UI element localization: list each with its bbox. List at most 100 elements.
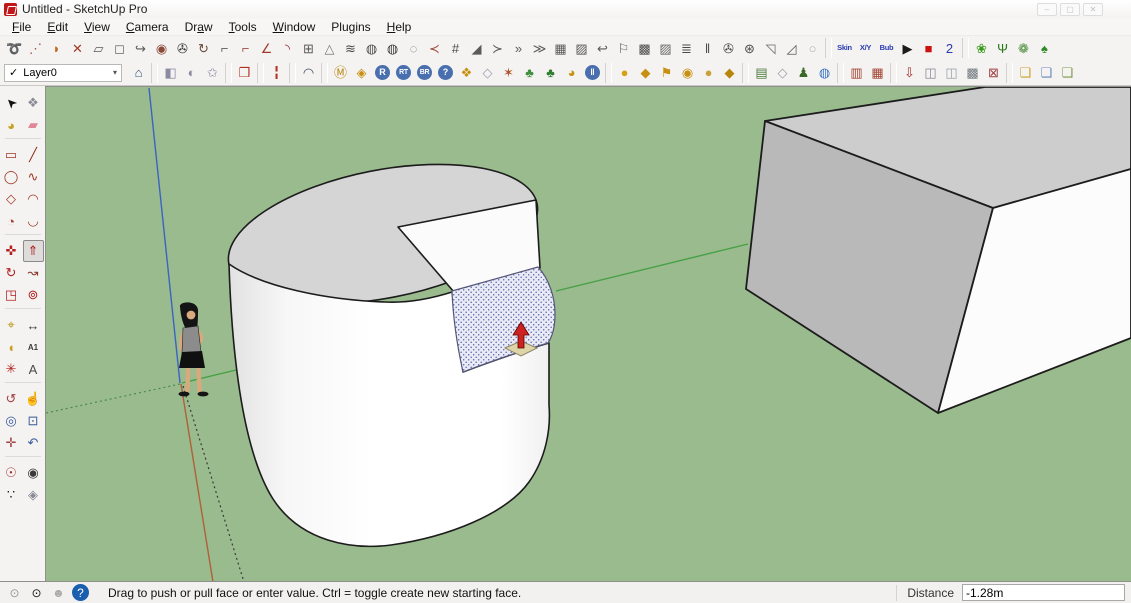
dotted-arc-tool-icon[interactable]: ⋰	[25, 37, 46, 59]
claim-model-icon[interactable]: ⊙	[28, 584, 45, 601]
orange-sweep-tool-icon[interactable]: ◗	[46, 37, 67, 59]
rectangle-tool-icon[interactable]: ▭	[1, 144, 22, 166]
arc-2-tool-icon[interactable]: ◡	[23, 210, 44, 232]
section-plane-icon[interactable]: ◈	[23, 484, 44, 506]
outline-shape-tool-icon[interactable]: ◻	[109, 37, 130, 59]
sign-in-icon[interactable]: ☻	[50, 584, 67, 601]
follow-me-tool-icon[interactable]: ↝	[23, 262, 44, 284]
pan-tool-icon[interactable]: ☝	[23, 388, 44, 410]
red-curve-tool-icon[interactable]: ◝	[277, 37, 298, 59]
grid-dark-tool-icon[interactable]: ▩	[634, 37, 655, 59]
box-gray-2-icon[interactable]: ◫	[941, 62, 962, 84]
skin-tool-icon[interactable]: Skin	[834, 37, 855, 59]
box-red-x-icon[interactable]: ⊠	[983, 62, 1004, 84]
red-dot-shape-tool-icon[interactable]: ◉	[151, 37, 172, 59]
walk-tool-icon[interactable]: ∵	[1, 484, 22, 506]
menu-camera[interactable]: Camera	[118, 20, 177, 34]
push-pull-tool-icon[interactable]: ⇑	[22, 240, 44, 262]
layer-dropdown[interactable]: ✓ Layer0 ▾	[4, 63, 122, 82]
outline-polygon-tool-icon[interactable]: ▱	[88, 37, 109, 59]
red-grid-box-icon[interactable]: ▦	[867, 62, 888, 84]
menu-window[interactable]: Window	[265, 20, 324, 34]
blue-br-icon[interactable]: BR	[417, 65, 432, 80]
eraser-icon[interactable]: ▰	[23, 114, 44, 136]
dark-sphere-tool-icon[interactable]: ◍	[361, 37, 382, 59]
menu-help[interactable]: Help	[379, 20, 420, 34]
move-tool-icon[interactable]: ✜	[1, 240, 22, 262]
curl-arrow-tool-icon[interactable]: ↻	[193, 37, 214, 59]
white-gem-icon[interactable]: ◇	[477, 62, 498, 84]
zoom-tool-icon[interactable]: ◎	[1, 410, 22, 432]
polygon-tool-icon[interactable]: ◇	[1, 188, 22, 210]
line-tool-icon[interactable]: ╱	[23, 144, 44, 166]
maximize-button[interactable]: ▢	[1060, 2, 1080, 16]
outline-curl-tool-icon[interactable]: ◌	[403, 37, 424, 59]
scale-tool-icon[interactable]: ◳	[1, 284, 22, 306]
gold-sphere-icon[interactable]: ●	[614, 62, 635, 84]
freehand-tool-icon[interactable]: ∿	[23, 166, 44, 188]
flag-tool-icon[interactable]: ⚐	[613, 37, 634, 59]
blue-rt-icon[interactable]: RT	[396, 65, 411, 80]
close-button[interactable]: ✕	[1083, 2, 1103, 16]
s2-tool-icon[interactable]: 2	[939, 37, 960, 59]
face-camera-2-icon[interactable]: ◐	[181, 62, 202, 84]
google-earth-icon[interactable]: ◍	[814, 62, 835, 84]
wedge-tool-icon[interactable]: ◢	[466, 37, 487, 59]
text-tool-icon[interactable]: A1	[23, 336, 44, 358]
curl-tool-icon[interactable]: ↪	[130, 37, 151, 59]
angle-arrow-tool-icon[interactable]: ∠	[256, 37, 277, 59]
make-component-icon[interactable]: ❖	[23, 92, 44, 114]
menu-tools[interactable]: Tools	[221, 20, 265, 34]
position-camera-icon[interactable]: ☉	[1, 462, 22, 484]
dark-sphere-2-tool-icon[interactable]: ◍	[382, 37, 403, 59]
landscape-icon[interactable]: ▤	[751, 62, 772, 84]
tape-measure-icon[interactable]: ⌖	[1, 314, 22, 336]
protractor-icon[interactable]: ◖	[1, 336, 22, 358]
cube-blue-icon[interactable]: ❏	[1036, 62, 1057, 84]
arc-dome-icon[interactable]: ◠	[298, 62, 319, 84]
minimize-button[interactable]: –	[1037, 2, 1057, 16]
face-camera-3-icon[interactable]: ✩	[202, 62, 223, 84]
orbit-tool-icon[interactable]: ↺	[1, 388, 22, 410]
box-dark-icon[interactable]: ▩	[962, 62, 983, 84]
gold-tag-icon[interactable]: ❖	[456, 62, 477, 84]
corner-red-tool-icon[interactable]: ⌐	[235, 37, 256, 59]
loop-tool-icon[interactable]: ➰	[4, 37, 25, 59]
stripes-tool-icon[interactable]: ▨	[571, 37, 592, 59]
menu-plugins[interactable]: Plugins	[323, 20, 378, 34]
grid-box-tool-icon[interactable]: ⊞	[298, 37, 319, 59]
chevron-down-icon[interactable]: ▾	[113, 68, 117, 77]
face-camera-1-icon[interactable]: ◧	[160, 62, 181, 84]
small-curl-tool-icon[interactable]: ↩	[592, 37, 613, 59]
blue-question-icon[interactable]: ?	[438, 65, 453, 80]
plant-bush-icon[interactable]: ♠	[1034, 37, 1055, 59]
previous-view-icon[interactable]: ↶	[23, 432, 44, 454]
gold-gem-icon[interactable]: ◈	[351, 62, 372, 84]
box-red-arrow-icon[interactable]: ⇩	[899, 62, 920, 84]
red-bracket-tool-icon[interactable]: ≺	[424, 37, 445, 59]
pale-octagon-tool-icon[interactable]: ○	[802, 37, 823, 59]
rotate-tool-icon[interactable]: ↻	[1, 262, 22, 284]
zoom-extents-icon[interactable]: ✛	[1, 432, 22, 454]
fan-tool-icon[interactable]: ◹	[760, 37, 781, 59]
box-model[interactable]	[745, 87, 1131, 414]
cube-yellow-icon[interactable]: ❏	[1015, 62, 1036, 84]
gold-coin-icon[interactable]: ◉	[677, 62, 698, 84]
pause-icon[interactable]: ‖	[585, 65, 600, 80]
circle-tool-icon[interactable]: ◯	[1, 166, 22, 188]
spoke-arrows-tool-icon[interactable]: ⊛	[739, 37, 760, 59]
plant-swirl-icon[interactable]: ❁	[1013, 37, 1034, 59]
plant-grass-icon[interactable]: Ψ	[992, 37, 1013, 59]
vertical-bars-tool-icon[interactable]: ‖	[697, 37, 718, 59]
bubble-tool-icon[interactable]: Bub	[876, 37, 897, 59]
xy-tool-icon[interactable]: X/Y	[855, 37, 876, 59]
three-d-text-icon[interactable]: A	[23, 358, 44, 380]
knot-2-tool-icon[interactable]: ✇	[718, 37, 739, 59]
plant-turnip-icon[interactable]: ❀	[971, 37, 992, 59]
scene[interactable]	[46, 87, 1131, 581]
red-cut-tool-icon[interactable]: ✕	[67, 37, 88, 59]
stop-button-icon[interactable]: ■	[918, 37, 939, 59]
blue-r-icon[interactable]: R	[375, 65, 390, 80]
spark-icon[interactable]: ✶	[498, 62, 519, 84]
red-texture-box-icon[interactable]: ▥	[846, 62, 867, 84]
